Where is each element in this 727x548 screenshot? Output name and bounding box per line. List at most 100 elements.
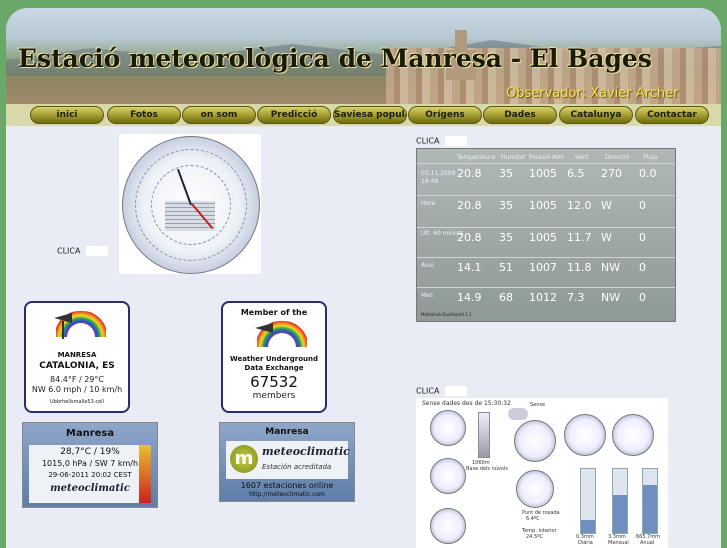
- clica-label-gauges[interactable]: CLICA: [416, 386, 468, 396]
- member-line4: members: [252, 391, 296, 401]
- dash-header-direccio: Direcció: [605, 154, 630, 161]
- mc-pressure-wind: 1015,0 hPa / SW 7 km/h: [41, 459, 139, 468]
- mc-network-name: Manresa: [265, 427, 309, 437]
- dash-header-vent: Vent: [575, 154, 589, 161]
- dash-header-pluja: Pluja: [643, 154, 658, 161]
- member-line1: Member of the: [240, 308, 308, 317]
- page-frame: Estació meteorològica de Manresa - El Ba…: [6, 8, 721, 548]
- cloud-icon: [508, 408, 528, 420]
- dash-row-label: Avui: [421, 262, 434, 269]
- meteoclimatic-station-badge[interactable]: Manresa 28,7°C / 19% 1015,0 hPa / SW 7 k…: [22, 422, 158, 508]
- dash-wind: 12.0: [567, 199, 592, 212]
- mc-network-brand: meteoclimatic: [262, 445, 350, 458]
- wunderground-member-badge[interactable]: Member of the Weather Underground Data E…: [221, 301, 327, 413]
- gauges-panel[interactable]: Sense dades des de 15:30:32 1060m Base d…: [416, 398, 668, 548]
- wind-gauge: [564, 414, 606, 456]
- weather-dial-widget[interactable]: [119, 134, 261, 274]
- dash-pres: 1012: [529, 291, 557, 304]
- dash-date: 03.11.2009: [421, 170, 456, 177]
- main-content: CLICA CLICA Temperatura Humitat Pressió …: [6, 126, 721, 548]
- dial-data-grid: [165, 201, 215, 231]
- mc-brand: meteoclimatic: [50, 483, 130, 494]
- dash-row-label: Mes: [421, 292, 433, 299]
- dash-hum: 51: [499, 261, 513, 274]
- weather-dial: [122, 136, 260, 274]
- dash-rain: 0: [639, 261, 646, 274]
- nav-fotos[interactable]: Fotos: [107, 106, 181, 124]
- nav-on-som[interactable]: on som: [182, 106, 256, 124]
- member-line2: Weather Underground: [229, 355, 319, 363]
- dash-dir: W: [601, 199, 612, 212]
- indoor-temp-value: 24.5ºC: [526, 534, 543, 540]
- dash-pres: 1005: [529, 199, 557, 212]
- cloud-base-bar: [478, 412, 490, 458]
- dash-temp: 20.8: [457, 167, 482, 180]
- temp-gauge-3: [430, 508, 466, 544]
- site-title: Estació meteorològica de Manresa - El Ba…: [18, 44, 652, 73]
- mc-level-bar: [139, 445, 151, 503]
- rain-annual-fill: [643, 485, 657, 533]
- mc-temp-hum: 28,7°C / 19%: [60, 447, 120, 457]
- dash-wind: 11.7: [567, 231, 592, 244]
- wunder-station-region: CATALONIA, ES: [39, 361, 115, 371]
- dash-rain: 0: [639, 231, 646, 244]
- gauges-title: Sense dades des de 15:30:32: [422, 400, 511, 407]
- humidity-gauge: [514, 420, 556, 462]
- dash-row-avui: Avui 14.1 51 1007 11.8 NW 0: [417, 257, 675, 280]
- mc-network-stations: 1607 estaciones online: [240, 481, 334, 490]
- dash-pres: 1005: [529, 167, 557, 180]
- mc-network-logo-area: m meteoclimatic Estación acreditada: [226, 441, 350, 479]
- wunderground-station-badge[interactable]: MANRESA CATALONIA, ES 84.4°F / 29°C NW 6…: [24, 301, 130, 413]
- dash-temp: 20.8: [457, 231, 482, 244]
- dewpoint-value: 6.4ºC: [526, 516, 540, 522]
- meteoclimatic-network-badge[interactable]: Manresa m meteoclimatic Estación acredit…: [219, 422, 355, 502]
- wunder-station-wind: NW 6.0 mph / 10 km/h: [31, 385, 123, 394]
- gust-gauge: [612, 414, 654, 456]
- cloud-base-label: Base dels núvols: [466, 466, 508, 472]
- rain-annual-tube: [642, 468, 658, 534]
- dash-rain: 0.0: [639, 167, 657, 180]
- dash-time: 18:48: [421, 178, 439, 185]
- clica-label-dial[interactable]: CLICA: [57, 246, 109, 256]
- clica-label-dashboard[interactable]: CLICA: [416, 136, 468, 146]
- dash-row-current: 03.11.2009 18:48 20.8 35 1005 6.5 270 0.…: [417, 163, 675, 186]
- nav-dades[interactable]: Dades: [483, 106, 557, 124]
- dash-rain: 0: [639, 199, 646, 212]
- member-count: 67532: [250, 373, 298, 391]
- nav-origens[interactable]: Orígens: [408, 106, 482, 124]
- mc-station-data: 28,7°C / 19% 1015,0 hPa / SW 7 km/h 29-0…: [29, 445, 151, 503]
- dash-row-mes: Mes 14.9 68 1012 7.3 NW 0: [417, 287, 675, 310]
- dash-temp: 20.8: [457, 199, 482, 212]
- mc-network-subtitle: Estación acreditada: [262, 463, 332, 471]
- observer-label: Observador: Xavier Archer: [506, 86, 679, 101]
- meteohub-dashboard[interactable]: Temperatura Humitat Pressió Atm Vent Dir…: [416, 148, 676, 322]
- dash-hum: 35: [499, 167, 513, 180]
- nav-contactar[interactable]: Contactar: [635, 106, 709, 124]
- dash-temp: 14.9: [457, 291, 482, 304]
- dash-wind: 7.3: [567, 291, 585, 304]
- rain-monthly-label: Mensual: [608, 540, 629, 546]
- main-nav: inici Fotos on som Predicció Saviesa pop…: [6, 104, 721, 126]
- rain-daily-tube: [580, 468, 596, 534]
- nav-saviesa-popular[interactable]: Saviesa popular: [333, 106, 407, 124]
- dash-temp: 14.1: [457, 261, 482, 274]
- member-line3: Data Exchange: [244, 364, 304, 372]
- dash-header-pressio: Pressió Atm: [529, 154, 565, 161]
- nav-prediccio[interactable]: Predicció: [257, 106, 331, 124]
- dash-dir: NW: [601, 291, 621, 304]
- dash-hum: 35: [499, 231, 513, 244]
- dash-footer: Meteohub Dashboard 1.1: [421, 312, 472, 317]
- dash-row-hora: Hora 20.8 35 1005 12.0 W 0: [417, 195, 675, 218]
- vane-pole: [62, 321, 64, 339]
- wunder-station-name: MANRESA: [57, 351, 97, 359]
- mc-datetime: 29-06-2011 20:02 CEST: [48, 471, 132, 479]
- dash-row-label: Hora: [421, 200, 436, 207]
- rain-monthly-tube: [612, 468, 628, 534]
- wunder-station-site: Ubbrhellsmalle53.cell: [50, 399, 104, 405]
- nav-catalunya[interactable]: Catalunya: [559, 106, 633, 124]
- dash-hum: 35: [499, 199, 513, 212]
- nav-inici[interactable]: inici: [30, 106, 104, 124]
- dash-row-60min: Ult. 60 minuts 20.8 35 1005 11.7 W 0: [417, 227, 675, 250]
- dash-wind: 6.5: [567, 167, 585, 180]
- dash-wind: 11.8: [567, 261, 592, 274]
